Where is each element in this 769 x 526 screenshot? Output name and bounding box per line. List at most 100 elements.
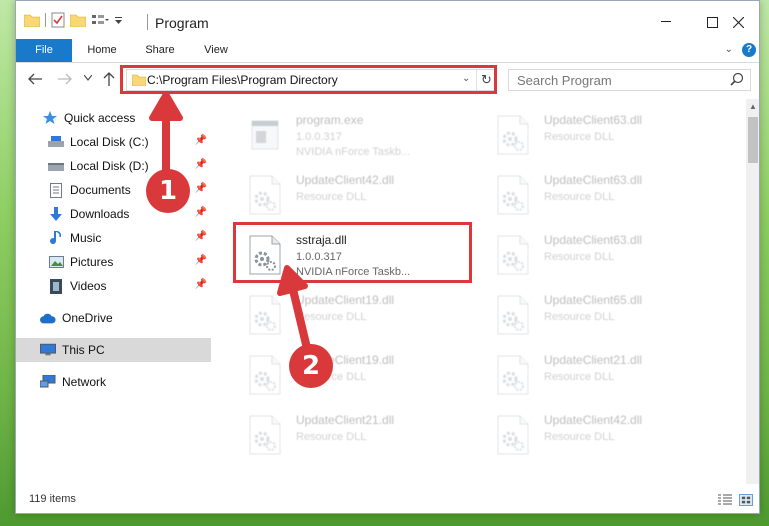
file-detail: Resource DLL xyxy=(296,431,367,443)
dll-file-icon xyxy=(248,415,282,455)
file-tile[interactable]: UpdateClient63.dll Resource DLL xyxy=(486,105,726,165)
vertical-scrollbar[interactable]: ▲ xyxy=(746,99,759,484)
help-icon[interactable]: ? xyxy=(742,43,756,57)
file-tile[interactable]: UpdateClient42.dll Resource DLL xyxy=(238,165,478,225)
tab-view[interactable]: View xyxy=(192,39,240,62)
tab-share[interactable]: Share xyxy=(136,39,184,62)
window-title: Program xyxy=(155,15,209,31)
videos-icon xyxy=(48,278,64,294)
dll-file-icon xyxy=(496,235,530,275)
sidebar-item-onedrive[interactable]: OneDrive xyxy=(16,306,211,330)
file-tile[interactable]: UpdateClient63.dll Resource DLL xyxy=(486,165,726,225)
sidebar-item-videos[interactable]: Videos 📌 xyxy=(16,274,211,298)
status-bar: 119 items xyxy=(16,485,759,513)
forward-icon[interactable] xyxy=(58,73,72,85)
computer-icon xyxy=(40,342,56,358)
dll-file-icon xyxy=(496,175,530,215)
back-icon[interactable] xyxy=(28,73,42,85)
scrollbar-thumb[interactable] xyxy=(748,117,758,163)
sidebar-item-label: Local Disk (C:) xyxy=(70,135,149,149)
dll-file-icon xyxy=(496,415,530,455)
file-detail: Resource DLL xyxy=(544,131,615,143)
dll-file-icon xyxy=(496,355,530,395)
exe-file-icon xyxy=(248,115,282,155)
documents-icon xyxy=(48,182,64,198)
properties-icon[interactable] xyxy=(51,12,65,28)
pin-icon: 📌 xyxy=(194,159,207,170)
downloads-icon xyxy=(48,206,64,222)
sidebar-item-label: Quick access xyxy=(64,111,136,125)
file-tile[interactable]: UpdateClient65.dll Resource DLL xyxy=(486,285,726,345)
toolbar-dropdown-icon[interactable] xyxy=(114,15,123,25)
recent-locations-icon[interactable] xyxy=(84,75,92,81)
toolbar-divider xyxy=(45,13,46,27)
file-tile[interactable]: UpdateClient21.dll Resource DLL xyxy=(486,345,726,405)
file-name: UpdateClient65.dll xyxy=(544,293,643,307)
search-box[interactable]: Search Program xyxy=(508,69,751,91)
file-detail: Resource DLL xyxy=(296,191,367,203)
tiles-view-icon[interactable] xyxy=(739,494,753,506)
sidebar-item-this-pc[interactable]: This PC xyxy=(16,338,211,362)
dll-file-icon xyxy=(248,175,282,215)
sidebar-item-network[interactable]: Network xyxy=(16,370,211,394)
dll-file-icon xyxy=(248,295,282,335)
quick-access-toolbar xyxy=(24,12,123,28)
minimize-button[interactable] xyxy=(643,7,689,37)
star-icon xyxy=(42,110,58,126)
file-tile[interactable]: UpdateClient19.dll Resource DLL xyxy=(238,345,478,405)
step-2-badge: 2 xyxy=(289,344,333,388)
file-detail: Resource DLL xyxy=(544,311,615,323)
pin-icon: 📌 xyxy=(194,255,207,266)
sidebar-item-label: Documents xyxy=(70,183,131,197)
sidebar-item-label: This PC xyxy=(62,343,105,357)
dll-file-icon xyxy=(496,295,530,335)
close-button[interactable] xyxy=(715,7,759,37)
file-name: UpdateClient19.dll xyxy=(296,293,395,307)
folder-icon[interactable] xyxy=(24,13,40,27)
file-name: UpdateClient21.dll xyxy=(544,353,643,367)
pin-icon: 📌 xyxy=(194,231,207,242)
navigation-pane: Quick access Local Disk (C:) 📌 Local Dis… xyxy=(16,99,211,485)
minimize-icon xyxy=(661,21,671,22)
sidebar-item-label: Downloads xyxy=(70,207,130,221)
cloud-icon xyxy=(40,310,56,326)
file-tile[interactable]: UpdateClient21.dll Resource DLL xyxy=(238,405,478,465)
file-detail: Resource DLL xyxy=(544,371,615,383)
drive-icon xyxy=(48,158,64,174)
file-name: UpdateClient63.dll xyxy=(544,233,643,247)
new-folder-icon[interactable] xyxy=(70,13,86,27)
file-name: UpdateClient21.dll xyxy=(296,413,395,427)
music-icon xyxy=(48,230,64,246)
sidebar-item-label: OneDrive xyxy=(62,311,113,325)
sidebar-item-label: Pictures xyxy=(70,255,114,269)
customize-icon[interactable] xyxy=(91,13,109,27)
dll-file-icon xyxy=(496,115,530,155)
sidebar-item-local-disk-c[interactable]: Local Disk (C:) 📌 xyxy=(16,130,211,154)
scroll-up-icon[interactable]: ▲ xyxy=(749,102,757,111)
file-detail: Resource DLL xyxy=(544,431,615,443)
details-view-icon[interactable] xyxy=(718,494,732,506)
tab-home[interactable]: Home xyxy=(78,39,126,62)
sidebar-item-pictures[interactable]: Pictures 📌 xyxy=(16,250,211,274)
sidebar-item-quick-access[interactable]: Quick access xyxy=(16,106,211,130)
pin-icon: 📌 xyxy=(194,207,207,218)
file-tile[interactable]: program.exe 1.0.0.317 NVIDIA nForce Taskb.… xyxy=(238,105,478,165)
file-highlight xyxy=(233,222,472,283)
file-name: UpdateClient42.dll xyxy=(296,173,395,187)
file-tile[interactable]: UpdateClient42.dll Resource DLL xyxy=(486,405,726,465)
tab-file[interactable]: File xyxy=(16,39,72,62)
sidebar-item-label: Music xyxy=(70,231,102,245)
dll-file-icon xyxy=(248,355,282,395)
file-list: program.exe 1.0.0.317 NVIDIA nForce Taskb.… xyxy=(226,99,746,484)
file-tile[interactable]: UpdateClient63.dll Resource DLL xyxy=(486,225,726,285)
file-name: UpdateClient63.dll xyxy=(544,173,643,187)
expand-ribbon-icon[interactable]: ⌄ xyxy=(725,44,733,55)
pin-icon: 📌 xyxy=(194,279,207,290)
up-icon[interactable] xyxy=(103,72,115,86)
sidebar-item-music[interactable]: Music 📌 xyxy=(16,226,211,250)
file-tile[interactable]: UpdateClient19.dll Resource DLL xyxy=(238,285,478,345)
file-name: program.exe xyxy=(296,113,364,127)
item-count: 119 items xyxy=(29,493,76,505)
search-icon xyxy=(730,72,744,86)
pin-icon: 📌 xyxy=(194,135,207,146)
